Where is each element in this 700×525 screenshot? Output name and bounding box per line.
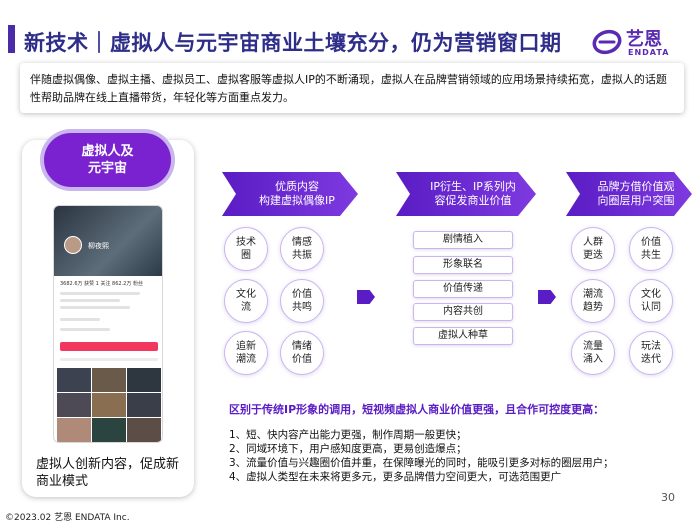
circle-line: 追新 (236, 341, 256, 352)
flow-stage-1-line1: 优质内容 (275, 180, 319, 193)
highlight-statement: 区别于传统IP形象的调用，短视频虚拟人商业价值更强，且合作可控度更高： (229, 403, 605, 416)
phone-bio-line (60, 328, 110, 331)
video-thumb (57, 393, 91, 417)
phone-tabs (60, 358, 158, 361)
bar-virtual-seeding: 虚拟人种草 (413, 327, 513, 345)
pill-line-2: 元宇宙 (87, 161, 127, 176)
circle-tech: 技术圈 (224, 227, 268, 271)
circle-line: 更迭 (583, 250, 603, 261)
circle-line: 流 (241, 302, 251, 313)
flow-stage-1-line2: 构建虚拟偶像IP (259, 194, 335, 207)
video-thumb (92, 393, 126, 417)
circle-trend: 追新 潮流 (224, 331, 268, 375)
phone-profile-stats: 3682.6万 获赞 1 关注 862.2万 粉丝 (60, 281, 143, 287)
circle-cultural-identity: 文化 认同 (629, 279, 673, 323)
circle-traffic-influx: 流量 涌入 (571, 331, 615, 375)
circle-line: 价值 (641, 237, 661, 248)
circle-culture: 文化流 (224, 279, 268, 323)
phone-screenshot: 柳夜熙 3682.6万 获赞 1 关注 862.2万 粉丝 (53, 205, 163, 443)
arrow-right-icon (538, 290, 556, 304)
video-thumb (127, 368, 161, 392)
phone-video-grid (57, 368, 161, 442)
circle-line: 人群 (583, 237, 603, 248)
phone-bio-line (60, 292, 140, 295)
virtual-human-pill: 虚拟人及 元宇宙 (44, 133, 171, 187)
avatar (64, 236, 82, 254)
flow-stage-3-line2: 向圈层用户突围 (597, 194, 675, 207)
circle-line: 文化 (641, 289, 661, 300)
flow-stage-3-line1: 品牌方借价值观 (597, 180, 675, 193)
circle-gameplay-iteration: 玩法 迭代 (629, 331, 673, 375)
footer-copyright: ©2023.02 艺恩 ENDATA Inc. (5, 513, 130, 523)
bar-value-delivery: 价值传递 (413, 280, 513, 298)
circle-line: 价值 (292, 289, 312, 300)
page-title: 新技术｜虚拟人与元宇宙商业土壤充分，仍为营销窗口期 (24, 31, 562, 55)
circle-line: 潮流 (583, 289, 603, 300)
intro-box: 伴随虚拟偶像、虚拟主播、虚拟员工、虚拟客服等虚拟人IP的不断涌现，虚拟人在品牌营… (20, 63, 684, 113)
phone-banner: 柳夜熙 (54, 206, 162, 276)
flow-stage-2-line1: IP衍生、IP系列内 (430, 180, 516, 193)
circle-line: 玩法 (641, 341, 661, 352)
title-accent-bar (8, 25, 15, 53)
circle-line: 认同 (641, 302, 661, 313)
logo-mark-icon (592, 29, 622, 55)
bar-plot-placement: 剧情植入 (413, 231, 513, 249)
flow-stage-3: 品牌方借价值观 向圈层用户突围 (566, 172, 692, 216)
circle-line: 共鸣 (292, 302, 312, 313)
page-number: 30 (661, 491, 675, 504)
video-thumb (57, 368, 91, 392)
flow-stage-1: 优质内容 构建虚拟偶像IP (222, 172, 358, 216)
video-thumb (57, 418, 91, 442)
circle-line: 技术 (236, 237, 256, 248)
endata-logo: 艺恩 ENDATA (592, 24, 692, 60)
phone-follow-button (60, 342, 158, 351)
video-thumb (92, 418, 126, 442)
circle-line: 共振 (292, 250, 312, 261)
circle-line: 情绪 (292, 341, 312, 352)
circle-value-symbiosis: 价值 共生 (629, 227, 673, 271)
circle-trend-direction: 潮流 趋势 (571, 279, 615, 323)
left-caption: 虚拟人创新内容，促成新商业模式 (36, 457, 180, 489)
video-thumb (127, 418, 161, 442)
circle-line: 潮流 (236, 354, 256, 365)
circle-line: 趋势 (583, 302, 603, 313)
bar-co-branding: 形象联名 (413, 256, 513, 274)
circle-line: 迭代 (641, 354, 661, 365)
pill-line-1: 虚拟人及 (81, 144, 134, 159)
circle-line: 价值 (292, 354, 312, 365)
circle-line: 涌入 (583, 354, 603, 365)
bar-co-creation: 内容共创 (413, 303, 513, 321)
phone-bio-line (60, 318, 100, 321)
circle-emotion: 情感 共振 (280, 227, 324, 271)
key-points-list: 1、短、快内容产出能力更强，制作周期一般更快； 2、同域环境下，用户感知度更高，… (229, 428, 614, 484)
logo-name-en: ENDATA (628, 48, 670, 57)
circle-value-resonance: 价值 共鸣 (280, 279, 324, 323)
phone-profile-name: 柳夜熙 (88, 242, 109, 250)
circle-line: 共生 (641, 250, 661, 261)
circle-line: 情感 (292, 237, 312, 248)
flow-stage-2-line2: 容促发商业价值 (434, 194, 512, 207)
circle-line: 圈 (241, 250, 251, 261)
flow-stage-2: IP衍生、IP系列内 容促发商业价值 (396, 172, 536, 216)
arrow-right-icon (357, 290, 375, 304)
key-point: 3、流量价值与兴趣圈价值并重，在保障曝光的同时，能吸引更多对标的圈层用户； (229, 457, 614, 469)
phone-bio-line (60, 306, 130, 309)
circle-crowd-change: 人群 更迭 (571, 227, 615, 271)
key-point: 2、同域环境下，用户感知度更高，更易创造爆点； (229, 443, 467, 455)
circle-line: 流量 (583, 341, 603, 352)
video-thumb (127, 393, 161, 417)
circle-mood-value: 情绪 价值 (280, 331, 324, 375)
phone-bio-line (60, 299, 120, 302)
circle-line: 文化 (236, 289, 256, 300)
key-point: 1、短、快内容产出能力更强，制作周期一般更快； (229, 429, 467, 441)
key-point: 4、虚拟人类型在未来将更多元，更多品牌借力空间更大，可选范围更广 (229, 471, 562, 483)
video-thumb (92, 368, 126, 392)
